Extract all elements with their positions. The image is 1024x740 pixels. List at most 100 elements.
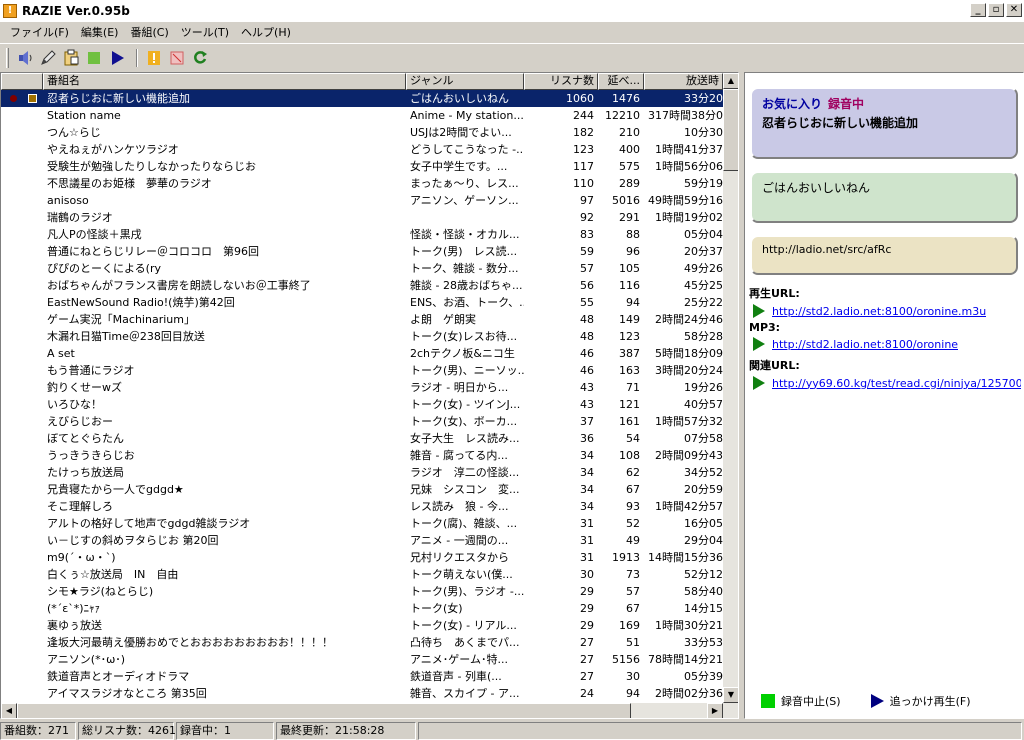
table-row[interactable]: えびらじおー トーク(女)、ボーカ... 37 161 1時間57分32 <box>1 413 723 430</box>
table-row[interactable]: 忍者らじおに新しい機能追加 ごはんおいしいねん 1060 1476 33分20 <box>1 90 723 107</box>
table-row[interactable]: Station name Anime - My station... 244 1221… <box>1 107 723 124</box>
mp3-url-link[interactable]: http://std2.ladio.net:8100/oronine <box>772 338 958 351</box>
chase-play-button[interactable]: 追っかけ再生(F) <box>890 693 971 709</box>
table-row[interactable]: 不思議星のお姫様 夢華のラジオ まったぁ～り、レス... 110 289 59分19 <box>1 175 723 192</box>
cell-time: 49時間59分16 <box>648 194 723 207</box>
scroll-up-button[interactable]: ▲ <box>723 73 738 89</box>
table-row[interactable]: 普通にねとらじリレー＠コロコロ 第96回 トーク(男) レス読... 59 96 20分… <box>1 243 723 260</box>
cell-genre: トーク(女)、ボーカ... <box>410 415 518 428</box>
cell-genre: トーク萌えない(僕... <box>410 568 513 581</box>
table-row[interactable]: やえねぇがハンケツラジオ どうしてこうなった -... 123 400 1時間41分37 <box>1 141 723 158</box>
col-status[interactable] <box>1 73 43 90</box>
menu-program[interactable]: 番組(C) <box>124 24 174 40</box>
menu-help[interactable]: ヘルプ(H) <box>235 24 297 40</box>
play-url-link[interactable]: http://std2.ladio.net:8100/oronine.m3u <box>772 305 986 318</box>
table-row[interactable]: ゲーム実況「Machinarium」 よ朗 ゲ朗実 48 149 2時間24分46 <box>1 311 723 328</box>
table-row[interactable]: (*´ε`*)ﾆｬｧ トーク(女) 29 67 14分15 <box>1 600 723 617</box>
cell-time: 19分26 <box>684 381 723 394</box>
status-last-update: 最終更新：21:58:28 <box>276 722 416 740</box>
chase-play-icon[interactable] <box>870 694 884 708</box>
table-row[interactable]: anisoso アニソン、ゲーソン... 97 5016 49時間59分16 <box>1 192 723 209</box>
cell-total: 149 <box>619 313 640 326</box>
scroll-right-button[interactable]: ▶ <box>707 703 723 718</box>
related-url-section: 関連URL: http://yy69.60.kg/test/read.cgi/n… <box>749 357 1021 390</box>
menu-file[interactable]: ファイル(F) <box>4 24 75 40</box>
table-row[interactable]: つん☆らじ USJは2時間でよい... 182 210 10分30 <box>1 124 723 141</box>
col-header-listeners[interactable]: リスナ数 <box>524 73 598 90</box>
col-header-name[interactable]: 番組名 <box>43 73 406 90</box>
table-row[interactable]: 鉄道音声とオーディオドラマ 鉄道音声 - 列車(... 27 30 05分39 <box>1 668 723 685</box>
close-button[interactable]: ✕ <box>1006 3 1022 17</box>
cell-time: 40分57 <box>684 398 723 411</box>
table-row[interactable]: m9(´・ω・`) 兄村リクエスタから 31 1913 14時間15分36 <box>1 549 723 566</box>
cell-time: 2時間02分36 <box>655 687 723 700</box>
play-icon[interactable] <box>107 48 127 68</box>
vertical-scrollbar[interactable]: ▲ ▼ <box>723 73 738 703</box>
play-arrow-icon[interactable] <box>753 337 765 351</box>
table-row[interactable]: うっきうきらじお 雑音 - 腐ってる内... 34 108 2時間09分43 <box>1 447 723 464</box>
row-status-cell <box>1 175 43 192</box>
table-row[interactable]: 凡人Pの怪談＋黒戌 怪談・怪談・オカル... 83 88 05分04 <box>1 226 723 243</box>
page-url-card: http://ladio.net/src/afRc <box>750 235 1018 275</box>
refresh-icon[interactable] <box>190 48 210 68</box>
stop-icon[interactable] <box>84 48 104 68</box>
table-row[interactable]: A set 2chテクノ板&ニコ生 46 387 5時間18分09 <box>1 345 723 362</box>
table-row[interactable]: 兄貴寝たから一人でgdgd★ 兄妹 シスコン 変... 34 67 20分59 <box>1 481 723 498</box>
table-row[interactable]: アルトの格好して地声でgdgd雑談ラジオ トーク(腐)、雑談、... 31 52 16分… <box>1 515 723 532</box>
row-status-cell <box>1 447 43 464</box>
scroll-left-button[interactable]: ◀ <box>1 703 17 718</box>
cell-genre: 雑談 - 28歳おばちゃ... <box>410 279 523 292</box>
block-icon[interactable] <box>167 48 187 68</box>
table-row[interactable]: 裏ゆぅ放送 トーク(女) - リアル... 29 169 1時間30分21 <box>1 617 723 634</box>
horizontal-scrollbar[interactable]: ◀ ▶ <box>1 703 738 718</box>
table-row[interactable]: アイマスラジオなところ 第35回 雑音、スカイプ - ア... 24 94 2時間02分… <box>1 685 723 702</box>
pencil-icon[interactable] <box>38 48 58 68</box>
table-row[interactable]: いろひな！ トーク(女) - ツインJ... 43 121 40分57 <box>1 396 723 413</box>
table-row[interactable]: もう普通にラジオ トーク(男)、ニーソッ... 46 163 3時間20分24 <box>1 362 723 379</box>
minimize-button[interactable]: _ <box>970 3 986 17</box>
col-header-total[interactable]: 延べ... <box>598 73 644 90</box>
table-row[interactable]: 白くぅ☆放送局 IN 自由 トーク萌えない(僕... 30 73 52分12 <box>1 566 723 583</box>
menu-tools[interactable]: ツール(T) <box>175 24 235 40</box>
table-row[interactable]: アニソン(*･ω･) アニメ･ゲーム･特... 27 5156 78時間14分21 <box>1 651 723 668</box>
cell-total: 161 <box>619 415 640 428</box>
row-status-cell <box>1 243 43 260</box>
related-url-label: 関連URL: <box>749 359 800 372</box>
table-row[interactable]: ぼてとぐらたん 女子大生 レス読み... 36 54 07分58 <box>1 430 723 447</box>
table-row[interactable]: ぴぴのとーくによる(ry トーク、雑談 - 数分... 57 105 49分26 <box>1 260 723 277</box>
speaker-icon[interactable] <box>15 48 35 68</box>
table-row[interactable]: 受験生が勉強したりしなかったりならじお 女子中学生です。... 117 575 1時間5… <box>1 158 723 175</box>
vertical-scroll-thumb[interactable] <box>723 89 738 171</box>
table-row[interactable]: 釣りくせーwズ ラジオ - 明日から... 43 71 19分26 <box>1 379 723 396</box>
col-header-genre[interactable]: ジャンル <box>406 73 524 90</box>
play-arrow-icon[interactable] <box>753 376 765 390</box>
menu-edit[interactable]: 編集(E) <box>75 24 125 40</box>
row-status-cell <box>1 226 43 243</box>
cell-time: 45分25 <box>684 279 723 292</box>
table-row[interactable]: たけっち放送局 ラジオ 淳二の怪談... 34 62 34分52 <box>1 464 723 481</box>
cell-time: 49分26 <box>684 262 723 275</box>
cell-total: 94 <box>626 296 640 309</box>
stop-record-icon[interactable] <box>761 694 775 708</box>
table-row[interactable]: EastNewSound Radio!(焼芋)第42回 ENS、お酒、トーク、..… <box>1 294 723 311</box>
cell-time: 1時間57分32 <box>655 415 723 428</box>
table-row[interactable]: い－じすの斜めヲタらじお 第20回 アニメ - 一週間の... 31 49 29分04 <box>1 532 723 549</box>
table-row[interactable]: 瑞鶴のラジオ 92 291 1時間19分02 <box>1 209 723 226</box>
restore-button[interactable]: ▫ <box>988 3 1004 17</box>
scroll-down-button[interactable]: ▼ <box>723 687 738 703</box>
table-row[interactable]: 逢坂大河最萌え優勝おめでとおおおおおおおおお！！！！ 凸待ち あくまでパ... 27… <box>1 634 723 651</box>
table-row[interactable]: おばちゃんがフランス書房を朗読しないお＠工事終了 雑談 - 28歳おばちゃ... 5… <box>1 277 723 294</box>
table-row[interactable]: シモ★ラジ(ねとらじ) トーク(男)、ラジオ -... 29 57 58分40 <box>1 583 723 600</box>
cell-name: 忍者らじおに新しい機能追加 <box>47 92 190 105</box>
stop-record-button[interactable]: 録音中止(S) <box>781 693 841 709</box>
cell-name: 木漏れ日猫Time＠238回目放送 <box>47 330 205 343</box>
table-row[interactable]: そこ理解しろ レス読み 狼 - 今... 34 93 1時間42分57 <box>1 498 723 515</box>
cell-name: ぴぴのとーくによる(ry <box>47 262 161 275</box>
table-row[interactable]: 木漏れ日猫Time＠238回目放送 トーク(女)レスお待... 48 123 58分28 <box>1 328 723 345</box>
warning-icon[interactable] <box>144 48 164 68</box>
clipboard-icon[interactable] <box>61 48 81 68</box>
related-url-link[interactable]: http://yy69.60.kg/test/read.cgi/ninjya/1… <box>772 377 1021 390</box>
horizontal-scroll-thumb[interactable] <box>17 703 631 718</box>
play-arrow-icon[interactable] <box>753 304 765 318</box>
col-header-time[interactable]: 放送時 <box>644 73 723 90</box>
